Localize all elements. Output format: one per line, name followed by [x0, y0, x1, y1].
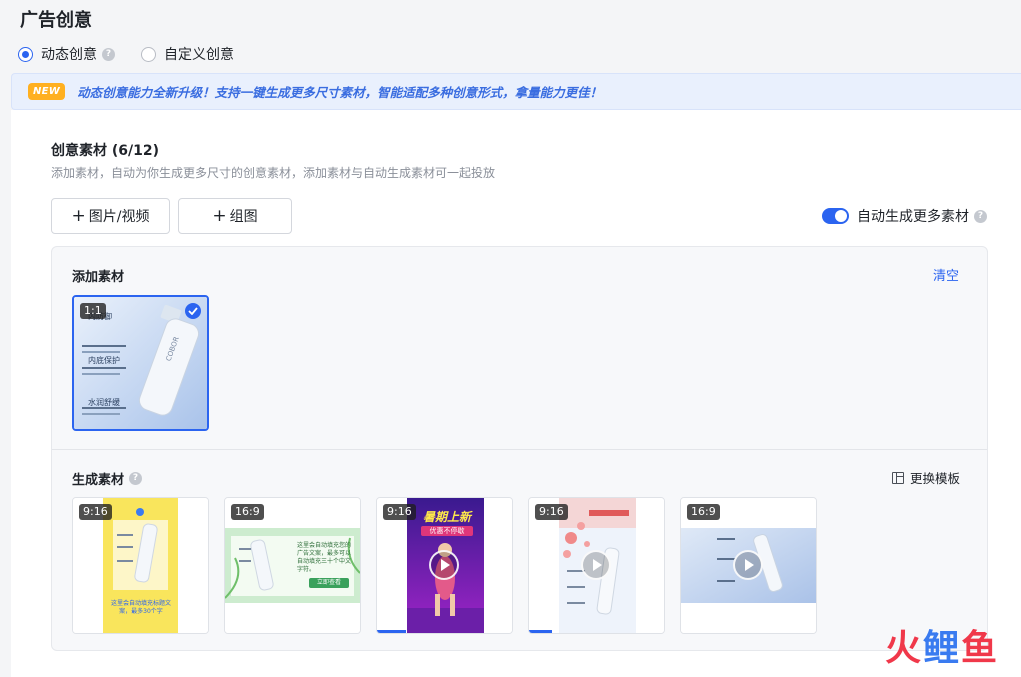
play-icon[interactable] — [429, 550, 459, 580]
check-icon — [185, 303, 201, 319]
panel-divider — [52, 449, 987, 450]
materials-title: 创意素材 (6/12) — [51, 143, 160, 159]
watermark-char: 鲤 — [922, 628, 961, 669]
generated-assets-label-wrap: 生成素材 ? — [72, 469, 143, 488]
video-progress-bar — [377, 630, 406, 633]
radio-custom-creative[interactable]: 自定义创意 — [141, 44, 234, 64]
materials-subtitle: 添加素材，自动为你生成更多尺寸的创意素材，添加素材与自动生成素材可一起投放 — [51, 166, 496, 180]
watermark-char: 鱼 — [960, 628, 999, 669]
add-group-button[interactable]: + 组图 — [178, 198, 292, 234]
help-icon[interactable]: ? — [102, 47, 115, 61]
change-template-button[interactable]: 更换模板 — [891, 468, 960, 487]
video-progress-bar — [529, 630, 552, 633]
creative-materials-card: 创意素材 (6/12) 添加素材，自动为你生成更多尺寸的创意素材，添加素材与自动… — [11, 110, 1021, 677]
radio-dynamic-creative[interactable]: 动态创意 ? — [18, 44, 115, 64]
add-group-label: 组图 — [229, 209, 258, 225]
ratio-badge: 1:1 — [80, 303, 106, 319]
radio-label-custom: 自定义创意 — [164, 47, 234, 63]
clear-link[interactable]: 清空 — [933, 265, 959, 284]
page-title: 广告创意 — [20, 10, 92, 31]
generated-video-thumbnail[interactable]: 9:16 — [528, 497, 665, 634]
radio-unchecked-icon[interactable] — [141, 46, 156, 62]
ratio-badge: 16:9 — [231, 504, 264, 520]
plus-icon: + — [212, 205, 227, 226]
asset-text-2: 内底保护 — [88, 356, 120, 365]
change-template-label: 更换模板 — [909, 471, 960, 486]
help-icon[interactable]: ? — [129, 472, 143, 485]
added-assets-label: 添加素材 — [72, 270, 125, 285]
generated-video-thumbnail[interactable]: 16:9 — [680, 497, 817, 634]
plus-icon: + — [71, 205, 86, 226]
auto-generate-label: 自动生成更多素材 — [857, 209, 969, 225]
generated-asset-thumbnail[interactable]: 16:9 这里会自动填充您的广告文案，最多可以自动填充三十个中文字符。 立即查看 — [224, 497, 361, 634]
generated-video-subline: 优惠不停歇 — [421, 526, 473, 536]
auto-generate-toggle[interactable] — [822, 208, 849, 224]
generated-video-thumbnail[interactable]: 9:16 暑期上新 优惠不停歇 — [376, 497, 513, 634]
generated-caption: 这里会自动填充您的广告文案，最多可以自动填充三十个中文字符。 — [297, 542, 352, 573]
ratio-badge: 16:9 — [687, 504, 720, 520]
generated-caption: 这里会自动填充标题文案，最多30个字 — [110, 600, 171, 615]
play-icon[interactable] — [581, 550, 611, 580]
ratio-badge: 9:16 — [535, 504, 568, 520]
ratio-badge: 9:16 — [79, 504, 112, 520]
play-icon[interactable] — [733, 550, 763, 580]
add-image-video-button[interactable]: + 图片/视频 — [51, 198, 170, 234]
upgrade-banner: NEW 动态创意能力全新升级！支持一键生成更多尺寸素材，智能适配多种创意形式，拿… — [11, 73, 1021, 110]
asset-panel: 添加素材 清空 1:1 内底保护 水润舒缓 COBOR 生成素材 ? 更换模板 … — [51, 246, 988, 651]
new-badge: NEW — [28, 83, 66, 100]
creative-type-radio-group: 动态创意 ? 自定义创意 — [18, 44, 260, 64]
site-watermark-logo: 火 鲤 鱼 — [885, 619, 999, 671]
add-image-video-label: 图片/视频 — [88, 209, 150, 225]
added-asset-thumbnail[interactable]: 1:1 内防御 内底保护 — [72, 295, 209, 431]
generated-cta-button: 立即查看 — [309, 578, 349, 588]
radio-checked-icon[interactable] — [18, 46, 33, 62]
asset-text-3: 水润舒缓 — [88, 398, 120, 407]
template-icon — [891, 471, 904, 484]
generated-asset-thumbnail[interactable]: 9:16 这里会自动填充标题文案，最多30个字 — [72, 497, 209, 634]
help-icon[interactable]: ? — [974, 209, 987, 223]
auto-generate-control: 自动生成更多素材 ? — [822, 206, 987, 226]
watermark-char: 火 — [884, 628, 923, 669]
radio-label-dynamic: 动态创意 — [41, 47, 97, 63]
generated-video-headline: 暑期上新 — [422, 510, 471, 524]
banner-text: 动态创意能力全新升级！支持一键生成更多尺寸素材，智能适配多种创意形式，拿量能力更… — [77, 85, 603, 100]
generated-assets-label: 生成素材 — [72, 473, 125, 488]
ratio-badge: 9:16 — [383, 504, 416, 520]
